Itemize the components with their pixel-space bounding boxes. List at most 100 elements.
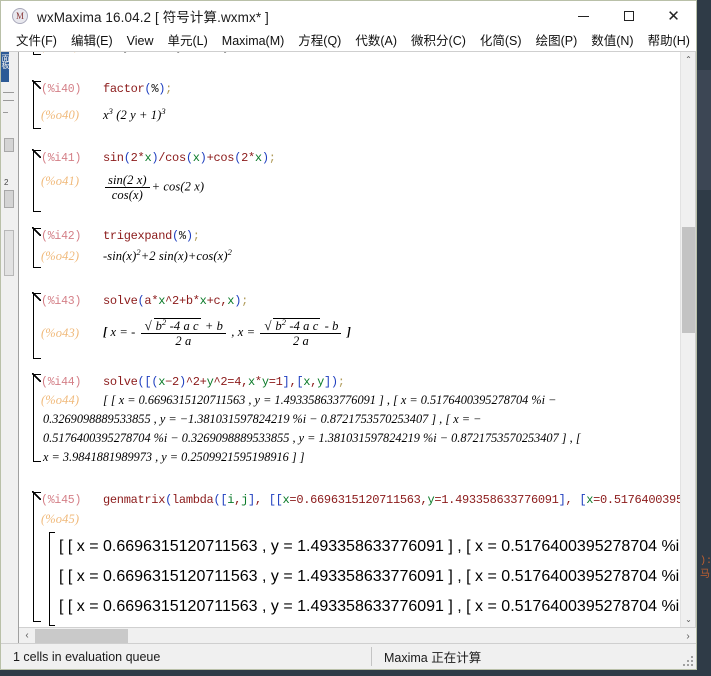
minimize-button[interactable] bbox=[561, 1, 606, 31]
input-code-40[interactable]: factor(%); bbox=[103, 81, 172, 98]
output-expr-39: 8 x³ y³ + 12 x³ y² + 6 x³ y + x³ bbox=[103, 52, 255, 55]
desktop-window-behind bbox=[697, 70, 711, 190]
horizontal-scroll-thumb[interactable] bbox=[35, 629, 128, 643]
output-label-39: (%o39) bbox=[41, 52, 103, 55]
output-label-45: (%o45) bbox=[41, 512, 80, 526]
menu-view[interactable]: View bbox=[120, 31, 161, 52]
status-bar: 1 cells in evaluation queue Maxima 正在计算 bbox=[1, 643, 696, 669]
scroll-right-icon[interactable]: › bbox=[680, 628, 696, 644]
input-label-44: (%i44) bbox=[41, 376, 82, 389]
horizontal-scrollbar[interactable]: ‹ › bbox=[19, 627, 696, 643]
cell-bracket-40[interactable] bbox=[32, 80, 42, 129]
output-label-40: (%o40) bbox=[41, 108, 80, 122]
input-label-41: (%i41) bbox=[41, 152, 82, 165]
fraction-numerator: sin(2 x) bbox=[105, 173, 150, 188]
menu-help[interactable]: 帮助(H) bbox=[641, 31, 697, 52]
window-title: wxMaxima 16.04.2 [ 符号计算.wxmx* ] bbox=[37, 10, 269, 25]
output-expr-40: x3 (2 y + 1)3 bbox=[103, 105, 166, 122]
close-icon: ✕ bbox=[667, 7, 680, 25]
resize-grip[interactable] bbox=[683, 656, 693, 666]
menu-algebra[interactable]: 代数(A) bbox=[348, 31, 404, 52]
output-expr-42: -sin(x)2+2 sin(x)+cos(x)2 bbox=[103, 246, 232, 263]
panel-divider bbox=[3, 112, 8, 113]
output-expr-43: [ x = - √ b2 -4 a c + b2 a , x = √ b2 -4 a… bbox=[103, 316, 351, 348]
vertical-scrollbar[interactable]: ⌃ ⌄ bbox=[680, 52, 695, 627]
panel-title-bar: 面板 bbox=[1, 52, 10, 82]
menu-numeric[interactable]: 数值(N) bbox=[584, 31, 640, 52]
window-body: 面板 2 (%o39) 8 x³ y³ + 12 x³ y² + 6 bbox=[1, 52, 696, 643]
cell-40[interactable]: (%i40) factor(%); (%o40) x3 (2 y + 1)3 bbox=[19, 80, 695, 129]
output-label-43: (%o43) bbox=[41, 325, 80, 340]
input-label-45: (%i45) bbox=[41, 494, 82, 507]
panel-divider bbox=[3, 100, 14, 101]
scroll-left-icon[interactable]: ‹ bbox=[19, 628, 35, 644]
wxmaxima-window: M wxMaxima 16.04.2 [ 符号计算.wxmx* ] ✕ 文件(F… bbox=[0, 0, 697, 670]
matrix-row: [ [ x = 0.6696315120711563 , y = 1.49335… bbox=[59, 538, 695, 555]
cell-42[interactable]: (%i42) trigexpand(%); (%o42) -sin(x)2+2 … bbox=[19, 227, 695, 268]
menu-maxima[interactable]: Maxima(M) bbox=[215, 31, 292, 52]
maxima-logo-icon: M bbox=[12, 8, 28, 24]
menu-plot[interactable]: 绘图(P) bbox=[529, 31, 585, 52]
output-label-42: (%o42) bbox=[41, 249, 80, 263]
window-controls: ✕ bbox=[561, 1, 696, 31]
output-expr-41: sin(2 x) cos(x) + cos(2 x) bbox=[103, 173, 204, 202]
menu-simplify[interactable]: 化简(S) bbox=[473, 31, 529, 52]
side-panel-strip[interactable]: 面板 2 bbox=[1, 52, 19, 643]
cell-44[interactable]: (%i44) solve([(x−2)^2+y^2=4,x*y=1],[x,y]… bbox=[19, 373, 695, 466]
output-label-41: (%o41) bbox=[41, 174, 80, 188]
panel-divider bbox=[3, 92, 14, 93]
input-code-45[interactable]: genmatrix(lambda([i,j], [[x=0.6696315120… bbox=[103, 492, 695, 509]
input-code-41[interactable]: sin(2*x)/cos(x)+cos(2*x); bbox=[103, 150, 276, 167]
matrix-bracket bbox=[49, 532, 55, 626]
vertical-scroll-thumb[interactable] bbox=[682, 227, 695, 333]
cell-43[interactable]: (%i43) solve(a*x^2+b*x+c,x); (%o43) [ x … bbox=[19, 292, 695, 359]
cell-41[interactable]: (%i41) sin(2*x)/cos(x)+cos(2*x); (%o41) … bbox=[19, 149, 695, 212]
matrix-row: [ [ x = 0.6696315120711563 , y = 1.49335… bbox=[59, 598, 695, 615]
input-label-42: (%i42) bbox=[41, 230, 82, 243]
title-bar[interactable]: M wxMaxima 16.04.2 [ 符号计算.wxmx* ] ✕ bbox=[1, 1, 696, 31]
output-line-44-2: 0.3269098889533855 , y = −1.381031597824… bbox=[43, 412, 482, 426]
status-queue-text: 1 cells in evaluation queue bbox=[13, 649, 161, 664]
menu-calculus[interactable]: 微积分(C) bbox=[404, 31, 473, 52]
fraction-denominator: cos(x) bbox=[111, 188, 143, 202]
input-code-44[interactable]: solve([(x−2)^2+y^2=4,x*y=1],[x,y]); bbox=[103, 374, 345, 391]
close-button[interactable]: ✕ bbox=[651, 1, 696, 31]
cell-bracket-45[interactable] bbox=[32, 491, 42, 622]
panel-widget-3[interactable] bbox=[4, 230, 14, 276]
cell-o39[interactable]: (%o39) 8 x³ y³ + 12 x³ y² + 6 x³ y + x³ bbox=[19, 52, 695, 55]
input-label-40: (%i40) bbox=[41, 83, 82, 96]
input-label-43: (%i43) bbox=[41, 295, 82, 308]
panel-title-label: 面板 bbox=[1, 54, 10, 68]
menu-file[interactable]: 文件(F) bbox=[9, 31, 64, 52]
menu-equations[interactable]: 方程(Q) bbox=[291, 31, 348, 52]
scroll-down-icon[interactable]: ⌄ bbox=[681, 612, 695, 627]
worksheet-canvas[interactable]: (%o39) 8 x³ y³ + 12 x³ y² + 6 x³ y + x³ … bbox=[19, 52, 696, 627]
output-line-44-4: x = 3.9841881989973 , y = 0.250992159519… bbox=[43, 450, 305, 464]
scroll-up-icon[interactable]: ⌃ bbox=[681, 52, 695, 67]
cell-bracket-43[interactable] bbox=[32, 292, 42, 359]
cell-45[interactable]: (%i45) genmatrix(lambda([i,j], [[x=0.669… bbox=[19, 491, 695, 626]
panel-row-number: 2 bbox=[4, 178, 9, 187]
cell-bracket-41[interactable] bbox=[32, 149, 42, 212]
input-code-43[interactable]: solve(a*x^2+b*x+c,x); bbox=[103, 293, 248, 310]
cell-bracket-42[interactable] bbox=[32, 227, 42, 268]
menu-cell[interactable]: 单元(L) bbox=[161, 31, 215, 52]
worksheet-column: (%o39) 8 x³ y³ + 12 x³ y² + 6 x³ y + x³ … bbox=[19, 52, 696, 643]
output-label-44: (%o44) bbox=[41, 393, 80, 407]
input-code-42[interactable]: trigexpand(%); bbox=[103, 228, 200, 245]
matrix-output-45: [ [ x = 0.6696315120711563 , y = 1.49335… bbox=[47, 532, 695, 626]
panel-widget-2[interactable] bbox=[4, 190, 14, 208]
desktop-edge-text: ): 马 bbox=[700, 556, 711, 581]
status-maxima-text: Maxima 正在计算 bbox=[384, 651, 482, 665]
maximize-button[interactable] bbox=[606, 1, 651, 31]
matrix-row: [ [ x = 0.6696315120711563 , y = 1.49335… bbox=[59, 568, 695, 585]
output-line-44-3: 0.5176400395278704 %i − 0.32690988895338… bbox=[43, 431, 581, 445]
cell-bracket[interactable] bbox=[33, 52, 41, 55]
menu-edit[interactable]: 编辑(E) bbox=[64, 31, 120, 52]
panel-widget-1[interactable] bbox=[4, 138, 14, 152]
menu-bar: 文件(F) 编辑(E) View 单元(L) Maxima(M) 方程(Q) 代… bbox=[1, 31, 696, 52]
cell-bracket-44[interactable] bbox=[32, 373, 42, 462]
status-divider bbox=[371, 647, 372, 666]
expr-tail: + cos(2 x) bbox=[151, 179, 205, 194]
output-line-44-1: [ [ x = 0.6696315120711563 , y = 1.49335… bbox=[103, 393, 557, 407]
